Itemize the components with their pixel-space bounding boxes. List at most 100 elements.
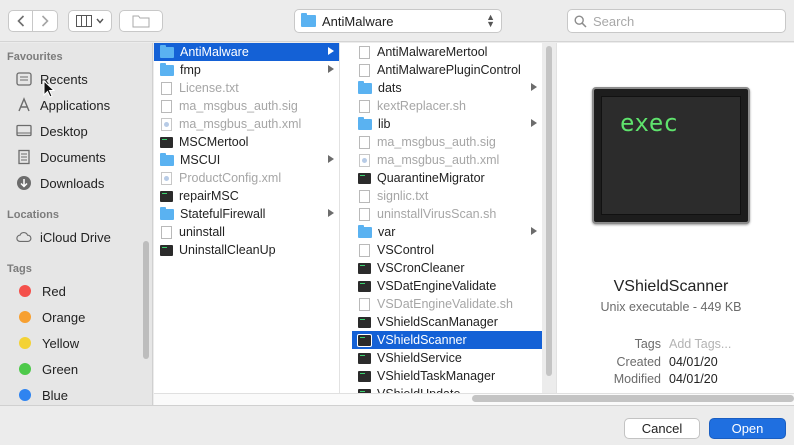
- tags-label: Tags: [634, 337, 661, 351]
- exec-icon-text: exec: [620, 109, 678, 137]
- file-name: repairMSC: [179, 189, 239, 203]
- file-name: VShieldService: [377, 351, 462, 365]
- file-row[interactable]: VSDatEngineValidate.sh: [352, 295, 542, 313]
- column-2-scrollbar[interactable]: [546, 46, 552, 376]
- document-icon: [359, 297, 370, 311]
- file-row[interactable]: uninstallVirusScan.sh: [352, 205, 542, 223]
- search-icon: [574, 14, 587, 28]
- file-name: License.txt: [179, 81, 239, 95]
- terminal-exec-icon: [358, 316, 371, 328]
- file-name: AntiMalware: [180, 45, 249, 59]
- sidebar-item-recents[interactable]: Recents: [0, 68, 140, 90]
- preview-pane: exec VShieldScanner Unix executable - 44…: [556, 43, 794, 393]
- file-row[interactable]: MSCMertool: [154, 133, 339, 151]
- document-icon: [359, 207, 370, 221]
- sidebar-item-tag-orange[interactable]: Orange: [0, 306, 140, 328]
- file-row[interactable]: QuarantineMigrator: [352, 169, 542, 187]
- cancel-button[interactable]: Cancel: [624, 418, 700, 439]
- sidebar-item-icloud-drive[interactable]: iCloud Drive: [0, 226, 140, 248]
- sidebar-scrollbar[interactable]: [143, 241, 149, 359]
- disclosure-arrow-icon: [328, 47, 334, 55]
- document-icon: [359, 135, 370, 149]
- file-row[interactable]: AntiMalware: [154, 43, 339, 61]
- file-row[interactable]: signlic.txt: [352, 187, 542, 205]
- file-row[interactable]: ma_msgbus_auth.xml: [154, 115, 339, 133]
- file-row[interactable]: VSControl: [352, 241, 542, 259]
- sidebar-item-tag-green[interactable]: Green: [0, 358, 140, 380]
- file-name: fmp: [180, 63, 201, 77]
- sidebar-item-tag-red[interactable]: Red: [0, 280, 140, 302]
- xml-document-icon: [161, 171, 172, 185]
- updown-arrows-icon: ▲ ▼: [486, 12, 495, 29]
- sidebar-item-documents[interactable]: Documents: [0, 146, 140, 168]
- horizontal-scrollbar[interactable]: [472, 395, 794, 402]
- file-row[interactable]: MSCUI: [154, 151, 339, 169]
- open-button[interactable]: Open: [709, 418, 786, 439]
- document-icon: [359, 243, 370, 257]
- file-row[interactable]: VSCronCleaner: [352, 259, 542, 277]
- file-row[interactable]: ma_msgbus_auth.sig: [352, 133, 542, 151]
- file-row[interactable]: License.txt: [154, 79, 339, 97]
- modified-value: 04/01/20: [669, 372, 718, 386]
- file-row[interactable]: VShieldUpdate: [352, 385, 542, 393]
- sidebar-item-tag-blue[interactable]: Blue: [0, 384, 140, 405]
- folder-icon: [160, 206, 174, 220]
- sidebar: Favourites Recents Applications Desktop …: [0, 43, 153, 405]
- disclosure-arrow-icon: [531, 119, 537, 127]
- tag-dot-icon: [19, 311, 31, 323]
- sidebar-item-tag-yellow[interactable]: Yellow: [0, 332, 140, 354]
- chevron-left-icon: [16, 15, 24, 27]
- file-row[interactable]: ma_msgbus_auth.sig: [154, 97, 339, 115]
- file-row[interactable]: ProductConfig.xml: [154, 169, 339, 187]
- file-row[interactable]: VShieldScanner: [352, 331, 542, 349]
- applications-icon: [16, 97, 32, 113]
- column-divider: ||: [340, 43, 352, 431]
- file-row[interactable]: fmp: [154, 61, 339, 79]
- file-name: AntiMalwareMertool: [377, 45, 488, 59]
- xml-document-icon: [359, 153, 370, 167]
- search-input[interactable]: [593, 13, 773, 29]
- file-row[interactable]: ma_msgbus_auth.xml: [352, 151, 542, 169]
- file-name: MSCUI: [180, 153, 221, 167]
- file-row[interactable]: var: [352, 223, 542, 241]
- forward-button[interactable]: [33, 10, 58, 32]
- folder-icon: [358, 80, 372, 94]
- file-row[interactable]: lib: [352, 115, 542, 133]
- disclosure-arrow-icon: [328, 155, 334, 163]
- location-popup[interactable]: AntiMalware ▲ ▼: [294, 9, 502, 33]
- file-name: dats: [378, 81, 402, 95]
- file-row[interactable]: VShieldTaskManager: [352, 367, 542, 385]
- back-button[interactable]: [8, 10, 33, 32]
- file-row[interactable]: AntiMalwarePluginControl: [352, 61, 542, 79]
- file-name: ma_msgbus_auth.sig: [179, 99, 298, 113]
- view-mode-button[interactable]: [68, 10, 112, 32]
- sidebar-item-applications[interactable]: Applications: [0, 94, 140, 116]
- sidebar-item-downloads[interactable]: Downloads: [0, 172, 140, 194]
- file-row[interactable]: dats: [352, 79, 542, 97]
- file-row[interactable]: uninstall: [154, 223, 339, 241]
- file-row[interactable]: VShieldScanManager: [352, 313, 542, 331]
- sidebar-item-label: Documents: [40, 149, 106, 165]
- file-row[interactable]: UninstallCleanUp: [154, 241, 339, 259]
- terminal-exec-icon: [358, 370, 371, 382]
- search-field[interactable]: [567, 9, 786, 33]
- file-row[interactable]: VSDatEngineValidate: [352, 277, 542, 295]
- tag-dot-icon: [19, 285, 31, 297]
- document-icon: [359, 45, 370, 59]
- new-folder-button[interactable]: [119, 10, 163, 32]
- add-tags-field[interactable]: Add Tags...: [669, 337, 731, 351]
- sidebar-item-desktop[interactable]: Desktop: [0, 120, 140, 142]
- preview-file-kind: Unix executable - 449 KB: [600, 300, 742, 314]
- sidebar-item-label: Orange: [42, 309, 86, 325]
- document-icon: [161, 225, 172, 239]
- file-row[interactable]: StatefulFirewall: [154, 205, 339, 223]
- file-row[interactable]: VShieldService: [352, 349, 542, 367]
- file-name: lib: [378, 117, 391, 131]
- sidebar-item-label: Desktop: [40, 123, 88, 139]
- terminal-exec-icon: [160, 190, 173, 202]
- folder-icon: [160, 152, 174, 166]
- file-row[interactable]: repairMSC: [154, 187, 339, 205]
- file-row[interactable]: AntiMalwareMertool: [352, 43, 542, 61]
- file-row[interactable]: kextReplacer.sh: [352, 97, 542, 115]
- file-name: AntiMalwarePluginControl: [377, 63, 521, 77]
